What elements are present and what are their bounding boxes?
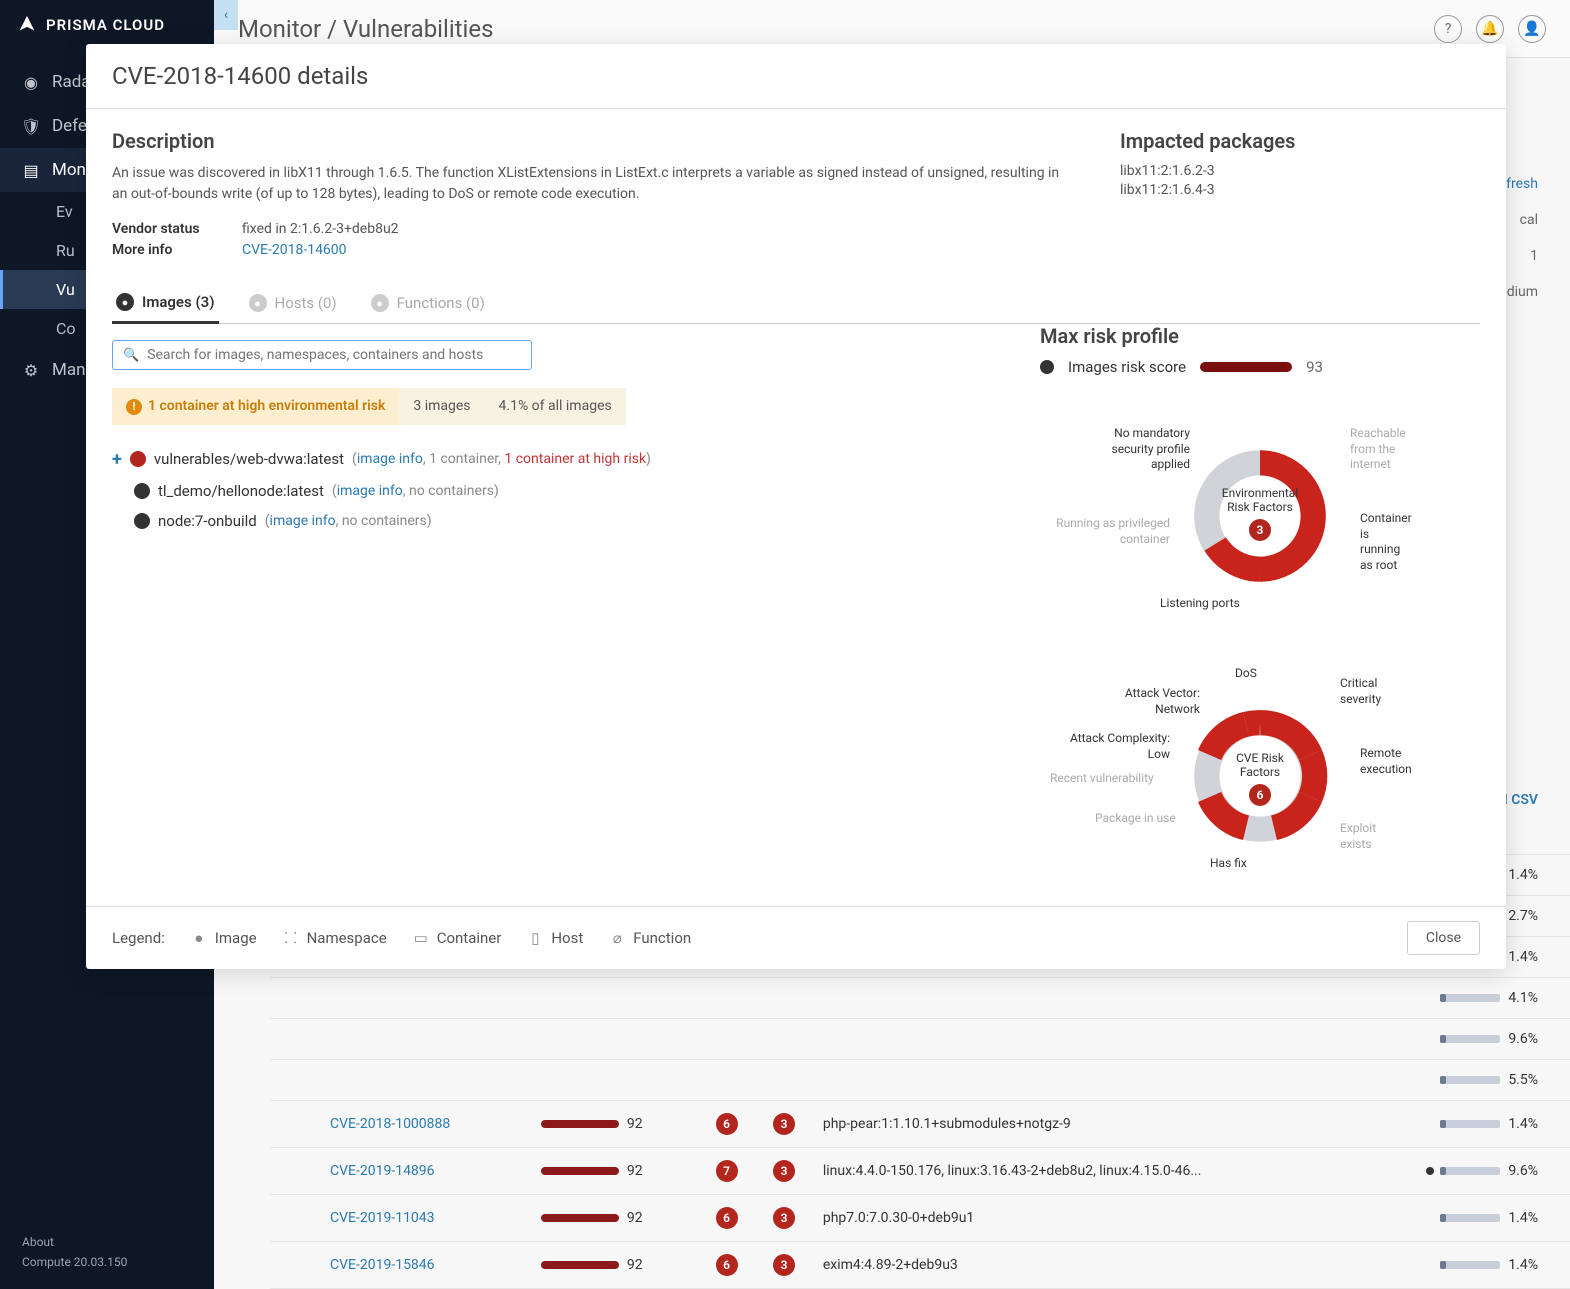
image-info-link[interactable]: image info xyxy=(270,513,336,529)
host-icon: ▯ xyxy=(527,930,543,946)
impacted-heading: Impacted packages xyxy=(1120,129,1480,153)
container-icon: ▭ xyxy=(413,930,429,946)
search-icon: 🔍 xyxy=(123,348,139,363)
tab-icon: ● xyxy=(116,293,134,311)
help-icon[interactable]: ? xyxy=(1434,15,1462,43)
image-row[interactable]: +vulnerables/web-dvwa:latest (image info… xyxy=(112,443,1000,476)
csv-link[interactable]: CSV xyxy=(1511,792,1538,808)
package-item: libx11:2:1.6.4-3 xyxy=(1120,182,1480,198)
nav-icon: ▤ xyxy=(22,161,40,179)
function-icon: ⌀ xyxy=(609,930,625,946)
collapse-sidebar-button[interactable]: ‹ xyxy=(214,0,238,30)
tab-functions[interactable]: ●Functions (0) xyxy=(367,283,489,323)
image-info-link[interactable]: image info xyxy=(337,483,403,499)
prisma-icon xyxy=(16,14,38,36)
tab-images[interactable]: ●Images (3) xyxy=(112,283,219,324)
table-row[interactable]: CVE-2019-14896 92 7 3 linux:4.4.0-150.17… xyxy=(270,1148,1570,1195)
table-row[interactable]: CVE-2018-1000888 92 6 3 php-pear:1:1.10.… xyxy=(270,1101,1570,1148)
nav-icon: ⚙ xyxy=(22,361,40,379)
env-count-badge: 3 xyxy=(1249,519,1271,541)
summary-warning: 1 container at high environmental risk xyxy=(112,388,399,425)
modal-title: CVE-2018-14600 details xyxy=(86,44,1506,109)
breadcrumb: Monitor / Vulnerabilities xyxy=(238,15,493,43)
image-info-link[interactable]: image info xyxy=(357,451,423,467)
namespace-icon: ⸬ xyxy=(283,930,299,946)
status-dot-icon xyxy=(130,451,146,467)
tab-hosts[interactable]: ●Hosts (0) xyxy=(245,283,341,323)
table-row[interactable]: CVE-2019-15846 92 6 3 exim4:4.89-2+deb9u… xyxy=(270,1242,1570,1289)
table-row[interactable]: 9.6% xyxy=(270,1019,1570,1060)
brand-text: PRISMA CLOUD xyxy=(46,16,165,34)
cve-link[interactable]: CVE-2019-14896 xyxy=(330,1163,435,1179)
more-info-link[interactable]: CVE-2018-14600 xyxy=(242,242,347,258)
score-dot-icon xyxy=(1040,360,1054,374)
image-row[interactable]: node:7-onbuild (image info, no container… xyxy=(112,506,1000,536)
table-row[interactable]: 4.1% xyxy=(270,978,1570,1019)
image-row[interactable]: tl_demo/hellonode:latest (image info, no… xyxy=(112,476,1000,506)
version-text: Compute 20.03.150 xyxy=(22,1255,192,1269)
cve-link[interactable]: CVE-2019-15846 xyxy=(330,1257,435,1273)
cve-details-modal: CVE-2018-14600 details Description An is… xyxy=(86,44,1506,969)
expand-icon[interactable]: + xyxy=(112,449,122,470)
score-label: Images risk score xyxy=(1068,358,1186,376)
cve-link[interactable]: CVE-2019-11043 xyxy=(330,1210,435,1226)
close-button[interactable]: Close xyxy=(1407,921,1480,955)
risk-profile-heading: Max risk profile xyxy=(1040,324,1480,348)
env-risk-donut: Environmental Risk Factors 3 No mandator… xyxy=(1040,396,1400,636)
package-item: libx11:2:1.6.2-3 xyxy=(1120,163,1480,179)
tab-icon: ● xyxy=(249,294,267,312)
legend: Legend: ●Image ⸬Namespace ▭Container ▯Ho… xyxy=(112,929,691,947)
table-row[interactable]: CVE-2019-11043 92 6 3 php7.0:7.0.30-0+de… xyxy=(270,1195,1570,1242)
score-value: 93 xyxy=(1306,358,1323,376)
status-dot-icon xyxy=(134,483,150,499)
bell-icon[interactable]: 🔔 xyxy=(1476,15,1504,43)
vendor-status: fixed in 2:1.6.2-3+deb8u2 xyxy=(242,221,399,237)
cve-risk-donut: CVE Risk Factors 6 DoS Critical severity… xyxy=(1040,656,1400,886)
table-row[interactable]: 5.5% xyxy=(270,1060,1570,1101)
status-dot-icon xyxy=(134,513,150,529)
description-heading: Description xyxy=(112,129,1060,153)
summary-percent: 4.1% of all images xyxy=(485,388,626,425)
image-search[interactable]: 🔍 xyxy=(112,340,532,370)
nav-icon: ◉ xyxy=(22,73,40,91)
about-link[interactable]: About xyxy=(22,1235,192,1249)
cve-count-badge: 6 xyxy=(1249,784,1271,806)
search-input[interactable] xyxy=(147,347,521,363)
score-bar xyxy=(1200,362,1292,372)
description-text: An issue was discovered in libX11 throug… xyxy=(112,163,1060,205)
nav-icon: 🛡 xyxy=(22,117,40,135)
tab-icon: ● xyxy=(371,294,389,312)
user-icon[interactable]: 👤 xyxy=(1518,15,1546,43)
cve-link[interactable]: CVE-2018-1000888 xyxy=(330,1116,450,1132)
summary-images: 3 images xyxy=(399,388,484,425)
image-icon: ● xyxy=(191,930,207,946)
brand-logo: PRISMA CLOUD xyxy=(0,0,214,50)
